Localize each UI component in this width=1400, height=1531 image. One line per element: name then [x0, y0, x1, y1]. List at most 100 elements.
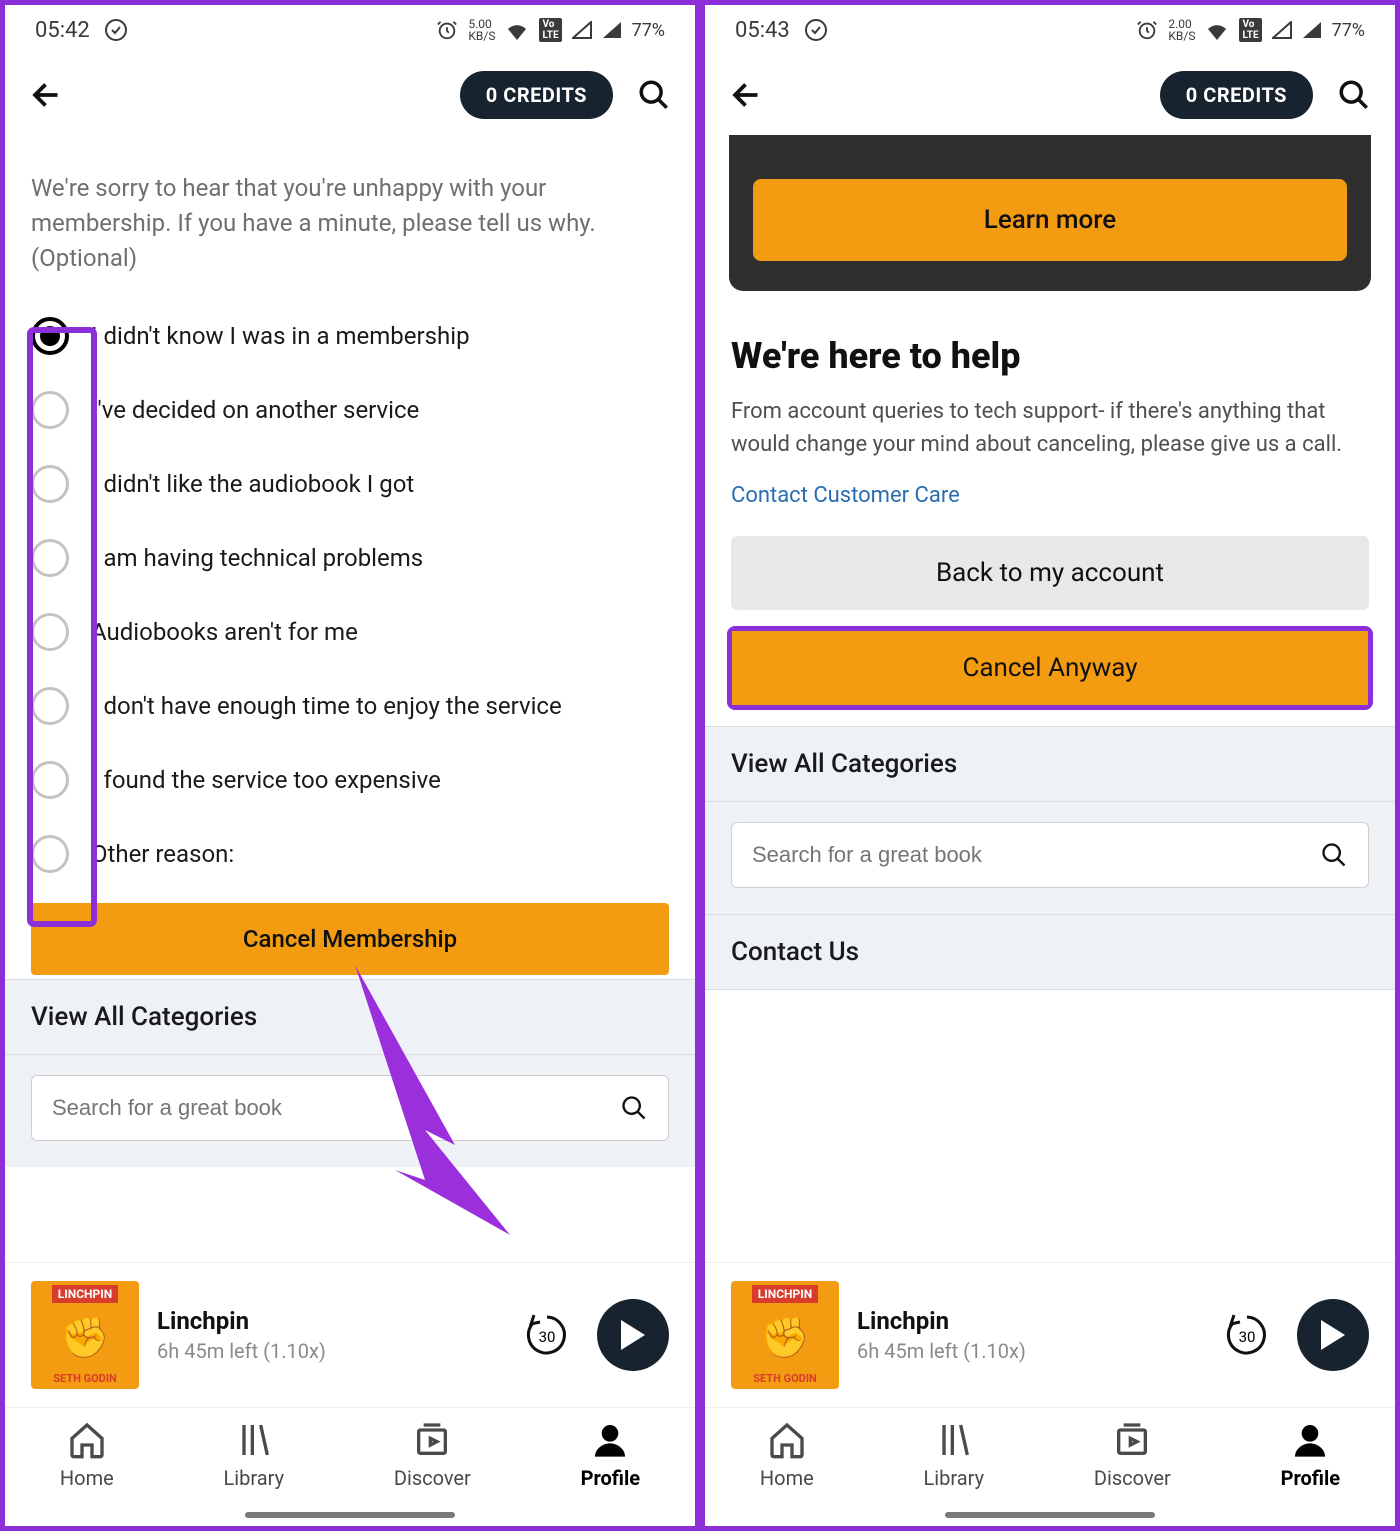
search-icon[interactable] [1337, 78, 1371, 112]
fist-icon: ✊ [760, 1318, 810, 1358]
option-row[interactable]: I found the service too expensive [5, 743, 695, 817]
top-bar: 0 CREDITS [5, 55, 695, 135]
cover-art[interactable]: LINCHPIN ✊ SETH GODIN [731, 1281, 839, 1389]
view-all-categories-section[interactable]: View All Categories [5, 979, 695, 1055]
option-row[interactable]: I've decided on another service [5, 373, 695, 447]
cover-top: LINCHPIN [752, 1285, 819, 1303]
discover-icon [412, 1420, 452, 1460]
status-time: 05:42 [35, 18, 90, 43]
option-label: I don't have enough time to enjoy the se… [91, 692, 562, 720]
option-label: Other reason: [91, 840, 234, 868]
player-title: Linchpin [857, 1307, 1203, 1335]
rewind-button[interactable]: 30 [1221, 1309, 1273, 1361]
status-time: 05:43 [735, 18, 790, 43]
nav-discover[interactable]: Discover [1094, 1420, 1171, 1490]
nav-home[interactable]: Home [760, 1420, 814, 1490]
phone-right: 05:43 2.00 KB/S VoLTE 77% 0 CREDITS Lear… [700, 0, 1400, 1531]
discover-icon [1112, 1420, 1152, 1460]
wifi-icon [1205, 20, 1229, 40]
search-section [5, 1055, 695, 1167]
signal-icon [572, 21, 592, 39]
signal-icon [1272, 21, 1292, 39]
nav-profile[interactable]: Profile [581, 1420, 641, 1490]
phone-left: 05:42 5.00 KB/S VoLTE 77% 0 CREDITS We'r… [0, 0, 700, 1531]
profile-icon [590, 1420, 630, 1460]
search-input[interactable] [752, 842, 1229, 868]
option-row[interactable]: I didn't like the audiobook I got [5, 447, 695, 521]
rewind-button[interactable]: 30 [521, 1309, 573, 1361]
check-icon [804, 18, 828, 42]
top-bar: 0 CREDITS [705, 55, 1395, 135]
search-icon[interactable] [637, 78, 671, 112]
status-battery: 77% [632, 20, 665, 41]
option-label: I found the service too expensive [91, 766, 441, 794]
bottom-nav: Home Library Discover Profile [5, 1407, 695, 1512]
player-subtitle: 6h 45m left (1.10x) [157, 1339, 503, 1363]
search-box[interactable] [31, 1075, 669, 1141]
cover-art[interactable]: LINCHPIN ✊ SETH GODIN [31, 1281, 139, 1389]
option-label: I didn't like the audiobook I got [91, 470, 414, 498]
credits-badge[interactable]: 0 CREDITS [1160, 71, 1313, 119]
home-icon [767, 1420, 807, 1460]
play-icon [619, 1320, 647, 1350]
lte-icon: VoLTE [1239, 18, 1261, 42]
contact-care-link[interactable]: Contact Customer Care [705, 483, 1395, 536]
promo-card: Learn more [729, 135, 1371, 291]
credits-badge[interactable]: 0 CREDITS [460, 71, 613, 119]
view-all-categories-section[interactable]: View All Categories [705, 726, 1395, 802]
radio-button[interactable] [31, 835, 69, 873]
bottom-nav: Home Library Discover Profile [705, 1407, 1395, 1512]
nav-discover[interactable]: Discover [394, 1420, 471, 1490]
cancel-membership-button[interactable]: Cancel Membership [31, 903, 669, 975]
search-input-icon [620, 1094, 648, 1122]
option-row[interactable]: I am having technical problems [5, 521, 695, 595]
cover-bottom: SETH GODIN [753, 1372, 817, 1385]
option-row[interactable]: Other reason: [5, 817, 695, 891]
nav-library[interactable]: Library [224, 1420, 285, 1490]
play-button[interactable] [597, 1299, 669, 1371]
back-icon[interactable] [729, 77, 765, 113]
nav-profile[interactable]: Profile [1281, 1420, 1341, 1490]
radio-button[interactable] [31, 687, 69, 725]
radio-button[interactable] [31, 613, 69, 651]
radio-button[interactable] [31, 317, 69, 355]
gesture-bar [245, 1512, 455, 1518]
home-icon [67, 1420, 107, 1460]
check-icon [104, 18, 128, 42]
search-input-icon [1320, 841, 1348, 869]
rewind-value: 30 [539, 1328, 556, 1346]
cover-bottom: SETH GODIN [53, 1372, 117, 1385]
radio-button[interactable] [31, 465, 69, 503]
radio-button[interactable] [31, 539, 69, 577]
search-input[interactable] [52, 1095, 529, 1121]
radio-button[interactable] [31, 761, 69, 799]
back-to-account-button[interactable]: Back to my account [731, 536, 1369, 610]
play-icon [1319, 1320, 1347, 1350]
radio-button[interactable] [31, 391, 69, 429]
profile-icon [1290, 1420, 1330, 1460]
options-list: I didn't know I was in a membershipI've … [5, 299, 695, 891]
status-bar: 05:42 5.00 KB/S VoLTE 77% [5, 5, 695, 55]
cancel-anyway-highlight: Cancel Anyway [727, 626, 1373, 710]
intro-text: We're sorry to hear that you're unhappy … [5, 135, 695, 299]
status-speed-unit: KB/S [468, 30, 495, 42]
mini-player[interactable]: LINCHPIN ✊ SETH GODIN Linchpin 6h 45m le… [5, 1262, 695, 1407]
back-icon[interactable] [29, 77, 65, 113]
player-title: Linchpin [157, 1307, 503, 1335]
nav-home[interactable]: Home [60, 1420, 114, 1490]
cancel-anyway-button[interactable]: Cancel Anyway [732, 631, 1368, 705]
library-icon [934, 1420, 974, 1460]
alarm-icon [1136, 19, 1158, 41]
wifi-icon [505, 20, 529, 40]
contact-us-section[interactable]: Contact Us [705, 914, 1395, 990]
play-button[interactable] [1297, 1299, 1369, 1371]
help-heading: We're here to help [705, 291, 1395, 395]
learn-more-button[interactable]: Learn more [753, 179, 1347, 261]
mini-player[interactable]: LINCHPIN ✊ SETH GODIN Linchpin 6h 45m le… [705, 1262, 1395, 1407]
option-row[interactable]: Audiobooks aren't for me [5, 595, 695, 669]
option-row[interactable]: I didn't know I was in a membership [5, 299, 695, 373]
option-row[interactable]: I don't have enough time to enjoy the se… [5, 669, 695, 743]
nav-library[interactable]: Library [924, 1420, 985, 1490]
search-box[interactable] [731, 822, 1369, 888]
player-subtitle: 6h 45m left (1.10x) [857, 1339, 1203, 1363]
